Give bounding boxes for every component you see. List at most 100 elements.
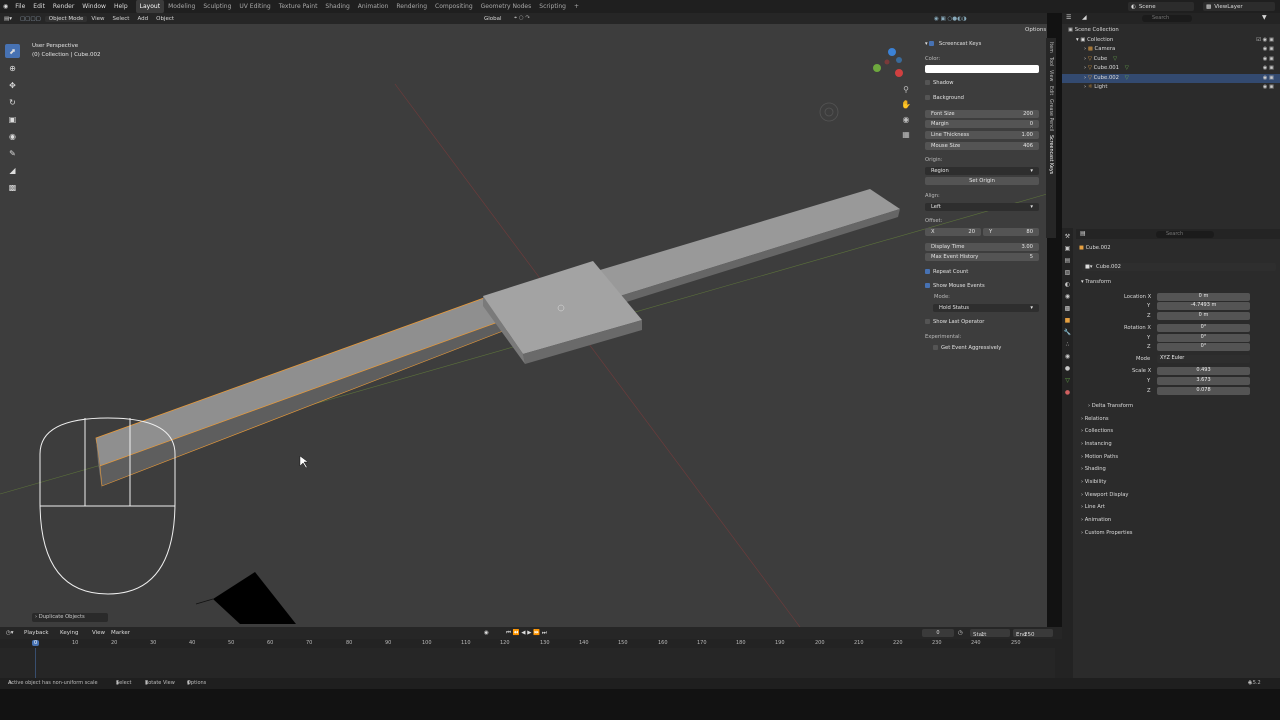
scale-y-field[interactable]: 3.673 xyxy=(1157,377,1250,385)
visibility-icons[interactable]: ◉ ▣ xyxy=(1263,83,1274,93)
offset-y-field[interactable]: Y 80 xyxy=(983,228,1039,236)
annotate-tool-icon[interactable]: ✎ xyxy=(5,146,20,160)
tab-sculpting[interactable]: Sculpting xyxy=(199,0,235,13)
rotation-z-field[interactable]: 0° xyxy=(1157,343,1250,351)
max-history-field[interactable]: Max Event History 5 xyxy=(925,253,1039,261)
funnel-icon[interactable]: ▼ xyxy=(1262,14,1267,21)
section-instancing[interactable]: › Instancing xyxy=(1081,441,1112,447)
transform-section-header[interactable]: ▾ Transform xyxy=(1081,279,1111,285)
section-viewport-display[interactable]: › Viewport Display xyxy=(1081,492,1128,498)
outliner-row-collection[interactable]: ▾ ▣ Collection ☑ ◉ ▣ xyxy=(1062,36,1280,46)
line-thickness-field[interactable]: Line Thickness 1.00 xyxy=(925,131,1039,139)
font-size-field[interactable]: Font Size 200 xyxy=(925,110,1039,118)
select-box-tool-icon[interactable]: ⬈ xyxy=(5,44,20,58)
tab-grease-pencil[interactable]: Grease Pencil xyxy=(1048,99,1053,131)
tab-shading[interactable]: Shading xyxy=(321,0,353,13)
physics-tab-icon[interactable]: ◉ xyxy=(1062,353,1073,360)
tab-scripting[interactable]: Scripting xyxy=(535,0,570,13)
rotate-tool-icon[interactable]: ↻ xyxy=(5,95,20,109)
record-icon[interactable]: ◉ xyxy=(484,627,489,639)
menu-marker[interactable]: Marker xyxy=(111,627,130,639)
visibility-icons[interactable]: ◉ ▣ xyxy=(1263,64,1274,74)
tab-uv-editing[interactable]: UV Editing xyxy=(235,0,274,13)
view-layer-tab-icon[interactable]: ▧ xyxy=(1062,269,1073,276)
mode-dropdown[interactable]: Hold Status ▾ xyxy=(933,304,1039,312)
background-row[interactable]: Background xyxy=(925,95,1039,103)
current-frame-field[interactable]: 0 xyxy=(922,629,954,637)
world-tab-icon[interactable]: ◉ xyxy=(1062,293,1073,300)
outliner-row-cube[interactable]: › ▽ Cube ▽ ◉ ▣ xyxy=(1062,55,1280,65)
margin-field[interactable]: Margin 0 xyxy=(925,120,1039,128)
scene-selector[interactable]: ◐ Scene xyxy=(1128,2,1194,11)
align-dropdown[interactable]: Left ▾ xyxy=(925,203,1039,211)
outliner-editor-icon[interactable]: ☰ xyxy=(1066,14,1071,21)
modifier-tab-icon[interactable]: 🔧 xyxy=(1062,329,1073,336)
end-frame-field[interactable]: End 250 xyxy=(1013,629,1053,638)
color-swatch[interactable] xyxy=(925,65,1039,73)
tab-tool[interactable]: Tool xyxy=(1048,57,1053,66)
show-last-operator-row[interactable]: Show Last Operator xyxy=(925,319,1039,327)
outliner-row-camera[interactable]: › ▩ Camera ◉ ▣ xyxy=(1062,45,1280,55)
tab-screencast-keys[interactable]: Screencast Keys xyxy=(1048,135,1053,174)
move-tool-icon[interactable]: ✥ xyxy=(5,78,20,92)
view-layer-selector[interactable]: ▩ ViewLayer xyxy=(1203,2,1275,11)
tab-item[interactable]: Item xyxy=(1048,42,1053,53)
menu-help[interactable]: Help xyxy=(110,0,132,13)
output-tab-icon[interactable]: ▤ xyxy=(1062,257,1073,264)
camera-view-icon[interactable]: ◉ xyxy=(900,114,912,126)
menu-select[interactable]: Select xyxy=(108,16,133,22)
menu-file[interactable]: File xyxy=(11,0,29,13)
scale-tool-icon[interactable]: ▣ xyxy=(5,112,20,126)
location-x-field[interactable]: 0 m xyxy=(1157,293,1250,301)
tool-tab-icon[interactable]: ⚒ xyxy=(1062,233,1073,240)
tab-animation[interactable]: Animation xyxy=(354,0,393,13)
filter-icon[interactable]: ◢ xyxy=(1082,14,1087,21)
scale-x-field[interactable]: 0.493 xyxy=(1157,367,1250,375)
offset-x-field[interactable]: X 20 xyxy=(925,228,981,236)
location-z-field[interactable]: 0 m xyxy=(1157,312,1250,320)
tab-compositing[interactable]: Compositing xyxy=(431,0,477,13)
timeline-track-area[interactable] xyxy=(0,648,1055,678)
set-origin-button[interactable]: Set Origin xyxy=(925,177,1039,185)
scene-tab-icon[interactable]: ◐ xyxy=(1062,281,1073,288)
properties-search-input[interactable]: Search xyxy=(1156,231,1214,238)
menu-window[interactable]: Window xyxy=(78,0,110,13)
scale-z-field[interactable]: 0.078 xyxy=(1157,387,1250,395)
playback-controls-icon[interactable]: ⏮ ⏪ ◀ ▶ ⏩ ⏭ xyxy=(506,627,547,639)
location-y-field[interactable]: -4.7493 m xyxy=(1157,302,1250,310)
add-cube-tool-icon[interactable]: ▩ xyxy=(5,180,20,194)
object-mode-dropdown[interactable]: Object Mode xyxy=(44,15,88,22)
section-line-art[interactable]: › Line Art xyxy=(1081,504,1105,510)
background-checkbox[interactable] xyxy=(925,95,930,100)
outliner-row-cube-002[interactable]: › ▽ Cube.002 ▽ ◉ ▣ xyxy=(1062,73,1280,84)
rotation-y-field[interactable]: 0° xyxy=(1157,334,1250,342)
playhead[interactable]: 0 xyxy=(32,640,40,646)
select-mode-icons[interactable]: ▢▢▢▢ xyxy=(16,16,45,22)
outliner-search-input[interactable]: Search xyxy=(1142,15,1192,22)
section-shading[interactable]: › Shading xyxy=(1081,466,1106,472)
menu-timeline-view[interactable]: View xyxy=(92,627,105,639)
outliner-row-scene-collection[interactable]: ▣ Scene Collection xyxy=(1062,26,1280,36)
visibility-icons[interactable]: ☑ ◉ ▣ xyxy=(1256,36,1274,46)
object-name-field[interactable]: ■▾ Cube.002 xyxy=(1082,263,1276,271)
outliner-row-light[interactable]: › ☼ Light ◉ ▣ xyxy=(1062,83,1280,93)
tab-texture-paint[interactable]: Texture Paint xyxy=(275,0,322,13)
blender-logo-icon[interactable]: ◉ xyxy=(0,0,11,13)
tab-view[interactable]: View xyxy=(1048,70,1053,81)
pivot-snap-icons[interactable]: ⌖ ○ ↷ xyxy=(510,15,534,22)
get-event-aggressively-row[interactable]: Get Event Aggressively xyxy=(933,345,1047,353)
cursor-tool-icon[interactable]: ⊕ xyxy=(5,61,20,75)
menu-add[interactable]: Add xyxy=(133,16,152,22)
measure-tool-icon[interactable]: ◢ xyxy=(5,163,20,177)
section-custom-properties[interactable]: › Custom Properties xyxy=(1081,530,1132,536)
screencast-toggle-row[interactable]: ▾ Screencast Keys xyxy=(925,41,1039,49)
menu-render[interactable]: Render xyxy=(49,0,78,13)
mouse-size-field[interactable]: Mouse Size 406 xyxy=(925,142,1039,150)
show-mouse-events-row[interactable]: Show Mouse Events xyxy=(925,283,1039,291)
section-motion-paths[interactable]: › Motion Paths xyxy=(1081,454,1118,460)
menu-edit[interactable]: Edit xyxy=(29,0,49,13)
visibility-icons[interactable]: ◉ ▣ xyxy=(1263,74,1274,84)
collection-tab-icon[interactable]: ▩ xyxy=(1062,305,1073,312)
display-time-field[interactable]: Display Time 3.00 xyxy=(925,243,1039,251)
3d-viewport[interactable]: ⬈ ⊕ ✥ ↻ ▣ ◉ ✎ ◢ ▩ User Perspective (0) C… xyxy=(0,24,1047,627)
